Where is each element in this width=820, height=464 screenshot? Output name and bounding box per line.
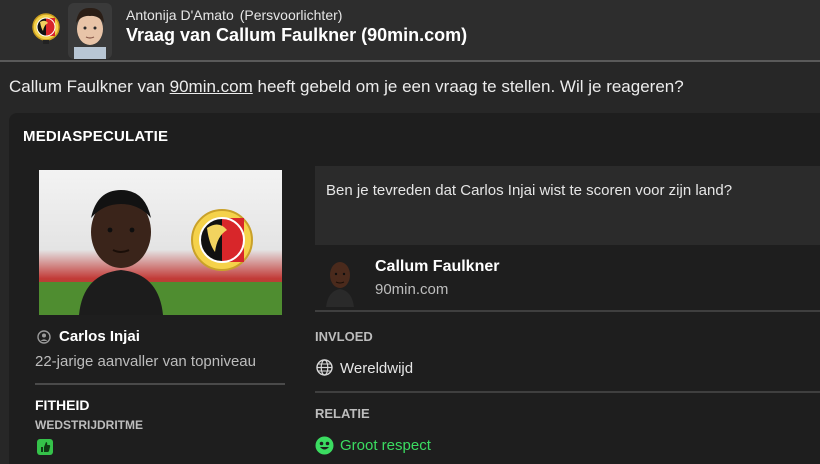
player-name-row[interactable]: Carlos Injai (37, 328, 140, 345)
intro-text: Callum Faulkner van 90min.com heeft gebe… (9, 77, 684, 97)
media-speculation-panel: MEDIASPECULATIE Carlos Injai 22-jarige a… (9, 113, 820, 464)
panel-title: MEDIASPECULATIE (23, 128, 169, 145)
sender-line: Antonija D'Amato (Persvoorlichter) (126, 7, 342, 23)
divider (315, 391, 820, 393)
sender-role: (Persvoorlichter) (239, 7, 343, 23)
match-fitness-label: WEDSTRIJDRITME (35, 418, 143, 432)
outlet-link[interactable]: 90min.com (170, 77, 253, 96)
divider (315, 310, 820, 312)
smiley-icon (315, 436, 334, 455)
intro-before: Callum Faulkner van (9, 77, 170, 96)
relation-value: Groot respect (340, 437, 431, 454)
person-icon (37, 329, 51, 344)
player-name[interactable]: Carlos Injai (59, 328, 140, 345)
globe-icon (316, 359, 333, 376)
player-description: 22-jarige aanvaller van topniveau (35, 353, 256, 370)
fitness-title: FITHEID (35, 397, 90, 413)
journalist-name[interactable]: Callum Faulkner (375, 258, 499, 276)
player-image[interactable] (39, 170, 282, 315)
question-text: Ben je tevreden dat Carlos Injai wist te… (326, 182, 733, 199)
question-box: Ben je tevreden dat Carlos Injai wist te… (315, 166, 820, 245)
journalist-avatar[interactable] (322, 255, 358, 307)
message-title: Vraag van Callum Faulkner (90min.com) (126, 25, 468, 45)
influence-title: INVLOED (315, 329, 373, 344)
intro-after: heeft gebeld om je een vraag te stellen.… (252, 77, 684, 96)
journalist-outlet: 90min.com (375, 281, 449, 298)
message-header: Antonija D'Amato (Persvoorlichter) Vraag … (0, 0, 820, 62)
relation-title: RELATIE (315, 406, 370, 421)
divider (35, 383, 285, 385)
thumbs-up-icon (37, 439, 53, 455)
club-badge-icon (31, 10, 61, 46)
sender-avatar[interactable] (68, 3, 112, 59)
sender-name[interactable]: Antonija D'Amato (126, 7, 234, 23)
influence-value: Wereldwijd (340, 360, 414, 377)
